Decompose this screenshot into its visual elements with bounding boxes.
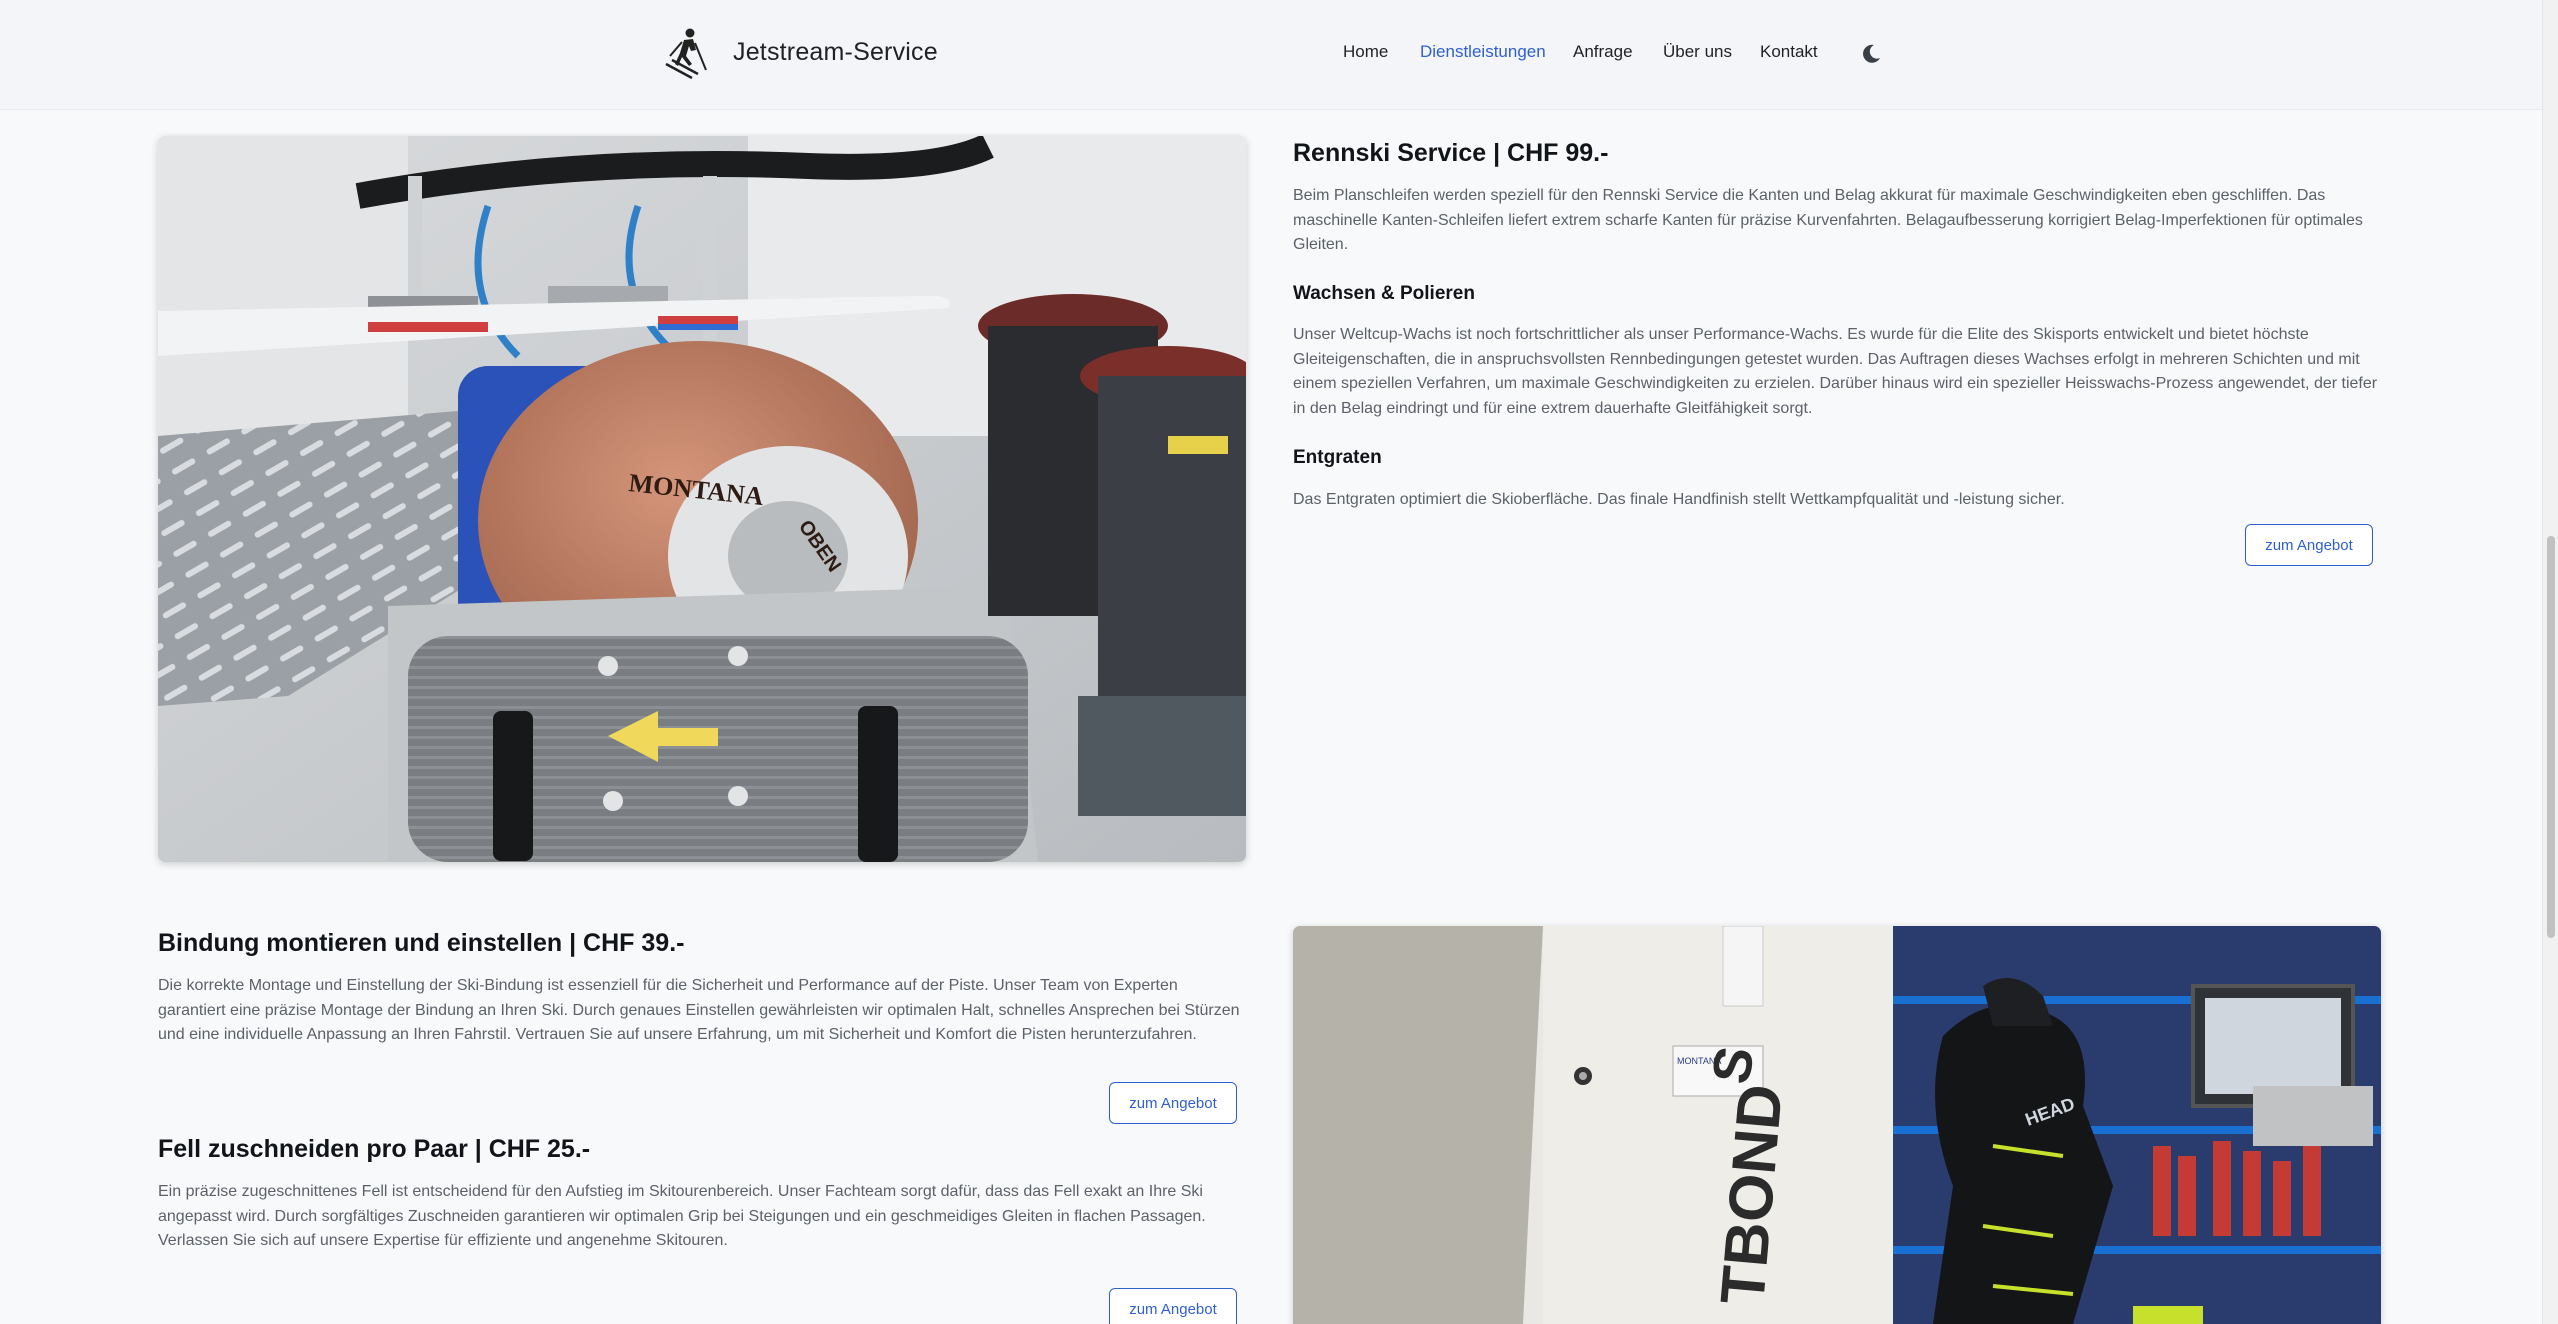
fell-text: Ein präzise zugeschnittenes Fell ist ent… — [158, 1183, 1206, 1249]
binding-tester-photo: MONTANA TBOND S HEAD — [1293, 926, 2381, 1324]
rennski-offer-button[interactable]: zum Angebot — [2245, 524, 2373, 566]
rennski-title: Rennski Service | CHF 99.- — [1293, 139, 1609, 167]
bindung-text: Die korrekte Montage und Einstellung der… — [158, 977, 1240, 1043]
nav-kontakt[interactable]: Kontakt — [1760, 42, 1818, 62]
deburr-title: Entgraten — [1293, 447, 1382, 468]
bindung-offer-button[interactable]: zum Angebot — [1109, 1082, 1237, 1124]
nav-ueber-uns[interactable]: Über uns — [1663, 42, 1732, 62]
brand-name[interactable]: Jetstream-Service — [733, 38, 938, 67]
fell-offer-button[interactable]: zum Angebot — [1109, 1288, 1237, 1324]
rennski-intro: Beim Planschleifen werden speziell für d… — [1293, 187, 2363, 253]
wax-title: Wachsen & Polieren — [1293, 283, 1475, 304]
moon-icon[interactable] — [1860, 43, 1882, 65]
wax-text: Unser Weltcup-Wachs ist noch fortschritt… — [1293, 326, 2378, 417]
fell-title: Fell zuschneiden pro Paar | CHF 25.- — [158, 1135, 591, 1163]
deburr-text: Das Entgraten optimiert die Skioberfläch… — [1293, 491, 2065, 508]
nav-anfrage[interactable]: Anfrage — [1573, 42, 1633, 62]
nav-home[interactable]: Home — [1343, 42, 1388, 62]
scrollbar-thumb[interactable] — [2547, 536, 2555, 938]
nav-dienstleistungen[interactable]: Dienstleistungen — [1420, 42, 1546, 62]
page-scrollbar[interactable] — [2542, 0, 2558, 1324]
skier-icon[interactable] — [662, 26, 710, 82]
bindung-title: Bindung montieren und einstellen | CHF 3… — [158, 929, 685, 957]
ski-grinding-machine-photo: MONTANA OBEN — [158, 136, 1246, 862]
site-header: Jetstream-Service Home Dienstleistungen … — [0, 0, 2542, 110]
